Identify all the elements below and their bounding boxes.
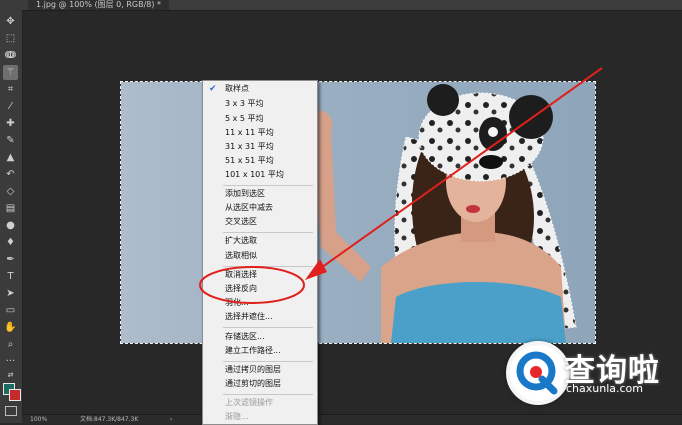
more-tools-icon[interactable]: ··· bbox=[3, 354, 18, 369]
menu-item-fade[interactable]: 渐隐... bbox=[203, 411, 317, 423]
quick-mask-icon[interactable] bbox=[5, 406, 17, 416]
menu-item-similar[interactable]: 选取相似 bbox=[203, 250, 317, 262]
type-tool-icon[interactable]: T bbox=[3, 269, 18, 284]
menu-item-save-selection[interactable]: 存储选区... bbox=[203, 331, 317, 343]
watermark-logo-icon bbox=[516, 351, 558, 395]
shape-tool-icon[interactable]: ▭ bbox=[3, 303, 18, 318]
watermark-badge bbox=[506, 341, 570, 405]
menu-separator bbox=[223, 394, 313, 395]
menu-item-5x5-average[interactable]: 5 x 5 平均 bbox=[203, 113, 317, 125]
magic-wand-tool-icon[interactable]: ⚚ bbox=[3, 65, 18, 80]
gradient-tool-icon[interactable]: ▤ bbox=[3, 201, 18, 216]
background-color-swatch[interactable] bbox=[9, 389, 21, 401]
brush-tool-icon[interactable]: ✎ bbox=[3, 133, 18, 148]
menu-item-layer-via-cut[interactable]: 通过剪切的图层 bbox=[203, 378, 317, 390]
menu-item-label: 取样点 bbox=[225, 84, 249, 93]
default-colors-icon[interactable]: ⇄ bbox=[3, 368, 18, 383]
menu-item-last-filter[interactable]: 上次滤镜操作 bbox=[203, 397, 317, 409]
menu-item-intersect-selection[interactable]: 交叉选区 bbox=[203, 216, 317, 228]
menu-item-feather[interactable]: 羽化... bbox=[203, 297, 317, 309]
menu-item-select-and-mask[interactable]: 选择并遮住... bbox=[203, 311, 317, 323]
move-tool-icon[interactable]: ✥ bbox=[3, 14, 18, 29]
tools-panel: ✥ ⬚ ↈ ⚚ ⌗ ⁄ ✚ ✎ ▲ ↶ ◇ ▤ ● ♦ ✒ T ➤ ▭ ✋ ⌕ … bbox=[0, 0, 23, 423]
eraser-tool-icon[interactable]: ◇ bbox=[3, 184, 18, 199]
clone-stamp-tool-icon[interactable]: ▲ bbox=[3, 150, 18, 165]
menu-item-sample-point[interactable]: ✔ 取样点 bbox=[203, 83, 317, 95]
menu-item-31x31-average[interactable]: 31 x 31 平均 bbox=[203, 141, 317, 153]
menu-item-101x101-average[interactable]: 101 x 101 平均 bbox=[203, 169, 317, 181]
document-tab-bar: 1.jpg @ 100% (图层 0, RGB/8) * bbox=[22, 0, 682, 11]
path-selection-tool-icon[interactable]: ➤ bbox=[3, 286, 18, 301]
hand-tool-icon[interactable]: ✋ bbox=[3, 320, 18, 335]
document-tab[interactable]: 1.jpg @ 100% (图层 0, RGB/8) * bbox=[28, 0, 170, 10]
menu-separator bbox=[223, 361, 313, 362]
blur-tool-icon[interactable]: ● bbox=[3, 218, 18, 233]
menu-item-grow[interactable]: 扩大选取 bbox=[203, 235, 317, 247]
context-menu: ✔ 取样点 3 x 3 平均 5 x 5 平均 11 x 11 平均 31 x … bbox=[202, 80, 318, 425]
canvas-image[interactable] bbox=[120, 81, 596, 344]
menu-item-layer-via-copy[interactable]: 通过拷贝的图层 bbox=[203, 364, 317, 376]
checkmark-icon: ✔ bbox=[209, 84, 217, 94]
crop-tool-icon[interactable]: ⌗ bbox=[3, 82, 18, 97]
zoom-tool-icon[interactable]: ⌕ bbox=[3, 337, 18, 352]
dodge-tool-icon[interactable]: ♦ bbox=[3, 235, 18, 250]
menu-item-subtract-from-selection[interactable]: 从选区中减去 bbox=[203, 202, 317, 214]
marquee-tool-icon[interactable]: ⬚ bbox=[3, 31, 18, 46]
menu-item-make-work-path[interactable]: 建立工作路径... bbox=[203, 345, 317, 357]
photo-illustration bbox=[311, 84, 577, 343]
eyedropper-tool-icon[interactable]: ⁄ bbox=[3, 99, 18, 114]
menu-separator bbox=[223, 232, 313, 233]
healing-brush-tool-icon[interactable]: ✚ bbox=[3, 116, 18, 131]
menu-separator bbox=[223, 327, 313, 328]
menu-item-51x51-average[interactable]: 51 x 51 平均 bbox=[203, 155, 317, 167]
menu-item-select-inverse[interactable]: 选择反向 bbox=[203, 283, 317, 295]
pen-tool-icon[interactable]: ✒ bbox=[3, 252, 18, 267]
history-brush-tool-icon[interactable]: ↶ bbox=[3, 167, 18, 182]
menu-item-deselect[interactable]: 取消选择 bbox=[203, 269, 317, 281]
watermark-url: chaxunla.com bbox=[566, 382, 643, 395]
lasso-tool-icon[interactable]: ↈ bbox=[3, 48, 18, 63]
menu-separator bbox=[223, 185, 313, 186]
menu-separator bbox=[223, 266, 313, 267]
menu-item-11x11-average[interactable]: 11 x 11 平均 bbox=[203, 127, 317, 139]
menu-item-add-to-selection[interactable]: 添加到选区 bbox=[203, 188, 317, 200]
menu-item-3x3-average[interactable]: 3 x 3 平均 bbox=[203, 98, 317, 110]
